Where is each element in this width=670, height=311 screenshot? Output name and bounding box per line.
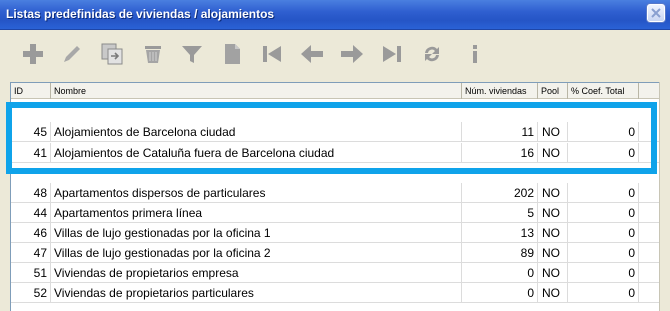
next-record-icon [341,45,363,63]
cell-pool: NO [538,183,568,203]
cell-id: 48 [11,183,51,203]
cell-pool: NO [538,223,568,243]
table-row[interactable]: 45 Alojamientos de Barcelona ciudad 11 N… [11,122,659,142]
delete-button[interactable] [140,40,166,68]
cell-nombre: Alojamientos de Barcelona ciudad [51,122,462,142]
cell-num-viviendas: 11 [462,122,538,142]
info-button[interactable] [462,40,488,68]
cell-nombre: Apartamentos primera línea [51,203,462,223]
cell-nombre: Viviendas de propietarios particulares [51,283,462,303]
add-button[interactable] [20,40,46,68]
info-icon [473,45,477,63]
cell-num-viviendas: 13 [462,223,538,243]
filter-button[interactable] [179,40,205,68]
edit-icon [64,46,80,62]
cell-pool: NO [538,122,568,142]
cell-id: 44 [11,203,51,223]
table-row[interactable]: 41 Alojamientos de Cataluña fuera de Bar… [11,143,659,163]
column-header-num-viviendas[interactable]: Núm. viviendas [462,83,538,99]
cell-nombre: Alojamientos de Cataluña fuera de Barcel… [51,143,462,163]
first-record-icon [263,46,281,62]
cell-num-viviendas: 0 [462,283,538,303]
cell-pool: NO [538,203,568,223]
document-button[interactable] [219,40,245,68]
cell-id: 47 [11,243,51,263]
toolbar [0,30,670,82]
scrollbar-edge[interactable] [659,82,670,311]
cell-pool: NO [538,243,568,263]
table-row[interactable]: 47 Villas de lujo gestionadas por la ofi… [11,243,659,263]
title-bar[interactable]: Listas predefinidas de viviendas / aloja… [0,0,670,30]
dialog-window: Listas predefinidas de viviendas / aloja… [0,0,670,311]
refresh-icon [425,46,439,62]
refresh-button[interactable] [419,40,445,68]
last-record-button[interactable] [379,40,405,68]
cell-coef-total: 0 [568,203,639,223]
cell-nombre: Viviendas de propietarios empresa [51,263,462,283]
table-row[interactable]: 52 Viviendas de propietarios particulare… [11,283,659,303]
copy-button[interactable] [99,40,125,68]
cell-coef-total: 0 [568,143,639,163]
cell-num-viviendas: 202 [462,183,538,203]
copy-icon [101,43,123,65]
cell-num-viviendas: 89 [462,243,538,263]
cell-coef-total: 0 [568,263,639,283]
cell-nombre: Villas de lujo gestionadas por la oficin… [51,243,462,263]
cell-id: 41 [11,143,51,163]
table-row[interactable]: 46 Villas de lujo gestionadas por la ofi… [11,223,659,243]
delete-icon [145,46,161,63]
cell-coef-total: 0 [568,243,639,263]
column-header-pool[interactable]: Pool [538,83,568,99]
cell-pool: NO [538,283,568,303]
cell-id: 51 [11,263,51,283]
cell-coef-total: 0 [568,183,639,203]
cell-coef-total: 0 [568,223,639,243]
first-record-button[interactable] [259,40,285,68]
last-record-icon [383,46,401,62]
cell-id: 45 [11,122,51,142]
cell-coef-total: 0 [568,283,639,303]
table-row[interactable]: 48 Apartamentos dispersos de particulare… [11,183,659,203]
close-button[interactable] [647,4,665,22]
add-icon [23,44,43,64]
cell-num-viviendas: 16 [462,143,538,163]
listas-table: ID Nombre Núm. viviendas Pool % Coef. To… [10,82,660,311]
column-header-id[interactable]: ID [11,83,51,99]
cell-id: 52 [11,283,51,303]
previous-record-button[interactable] [299,40,325,68]
cell-nombre: Apartamentos dispersos de particulares [51,183,462,203]
next-record-button[interactable] [339,40,365,68]
cell-id: 46 [11,223,51,243]
filter-icon [182,46,202,63]
window-title: Listas predefinidas de viviendas / aloja… [6,7,275,21]
column-header-coef-total[interactable]: % Coef. Total [568,83,639,99]
edit-button[interactable] [59,40,85,68]
column-header-nombre[interactable]: Nombre [51,83,462,99]
cell-num-viviendas: 5 [462,203,538,223]
table-row[interactable]: 51 Viviendas de propietarios empresa 0 N… [11,263,659,283]
document-icon [225,44,240,64]
cell-coef-total: 0 [568,122,639,142]
table-row-empty [11,164,659,184]
cell-pool: NO [538,143,568,163]
table-row[interactable]: 44 Apartamentos primera línea 5 NO 0 [11,203,659,223]
cell-pool: NO [538,263,568,283]
table-header: ID Nombre Núm. viviendas Pool % Coef. To… [11,83,659,99]
previous-record-icon [301,45,323,63]
cell-nombre: Villas de lujo gestionadas por la oficin… [51,223,462,243]
cell-num-viviendas: 0 [462,263,538,283]
close-icon [651,8,661,18]
